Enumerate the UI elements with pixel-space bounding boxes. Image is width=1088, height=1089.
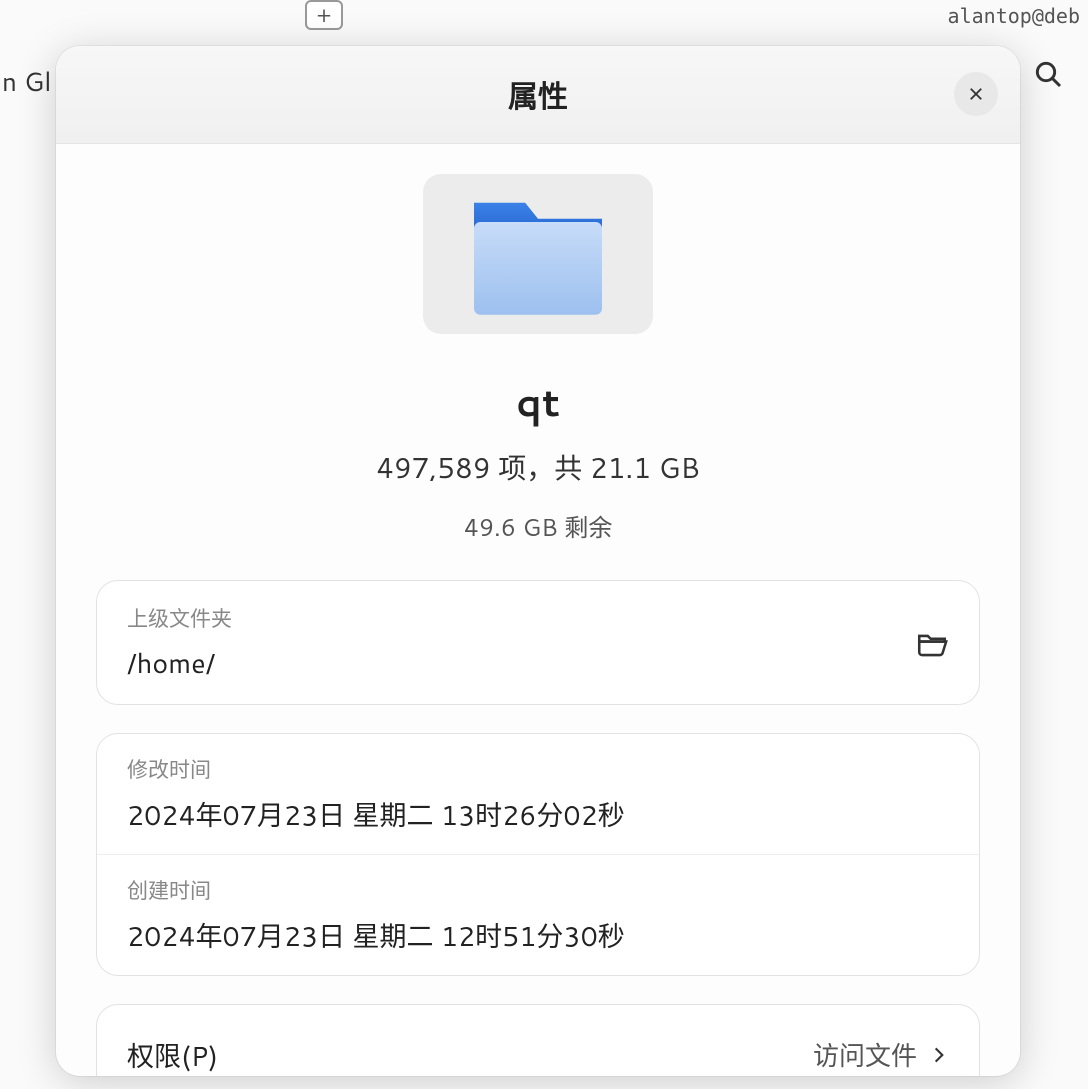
modified-row: 修改时间 2024年07月23日 星期二 13时26分02秒	[97, 734, 979, 855]
modified-label: 修改时间	[127, 754, 949, 784]
open-folder-icon	[915, 626, 949, 660]
parent-folder-value: /home/	[127, 643, 915, 682]
parent-folder-label: 上级文件夹	[127, 603, 915, 633]
new-tab-button[interactable]: +	[305, 0, 343, 30]
chevron-right-icon	[929, 1045, 949, 1065]
folder-free-space: 49.6 GB 剩余	[464, 508, 613, 544]
bg-left-text: n Gl	[0, 58, 53, 106]
folder-icon	[458, 174, 618, 334]
timestamps-group: 修改时间 2024年07月23日 星期二 13时26分02秒 创建时间 2024…	[96, 733, 980, 976]
modified-value: 2024年07月23日 星期二 13时26分02秒	[127, 794, 949, 834]
search-icon	[1032, 58, 1064, 90]
info-cards: 上级文件夹 /home/ 修改时间 2024年07月23日 星期二 13时26分…	[96, 580, 980, 1076]
dialog-header: 属性	[56, 46, 1020, 144]
created-label: 创建时间	[127, 875, 949, 905]
folder-icon-tile	[423, 174, 653, 334]
user-host-text: alantop@deb	[948, 4, 1080, 28]
created-row: 创建时间 2024年07月23日 星期二 12时51分30秒	[97, 855, 979, 975]
folder-stats: 497,589 项，共 21.1 GB	[376, 447, 700, 488]
dialog-body: qt 497,589 项，共 21.1 GB 49.6 GB 剩余 上级文件夹 …	[56, 144, 1020, 1076]
dialog-title: 属性	[508, 72, 568, 117]
terminal-prompt: alantop@deb	[0, 0, 1088, 32]
permissions-row[interactable]: 权限(P) 访问文件	[96, 1004, 980, 1076]
search-button[interactable]	[1026, 52, 1070, 96]
properties-dialog: 属性 qt 497,589 项，共 21.	[56, 46, 1020, 1076]
created-value: 2024年07月23日 星期二 12时51分30秒	[127, 915, 949, 955]
folder-name: qt	[516, 372, 560, 429]
permissions-label: 权限(P)	[127, 1035, 218, 1075]
close-button[interactable]	[954, 72, 998, 116]
parent-folder-row[interactable]: 上级文件夹 /home/	[96, 580, 980, 705]
close-icon	[967, 85, 985, 103]
permissions-action: 访问文件	[813, 1036, 917, 1074]
